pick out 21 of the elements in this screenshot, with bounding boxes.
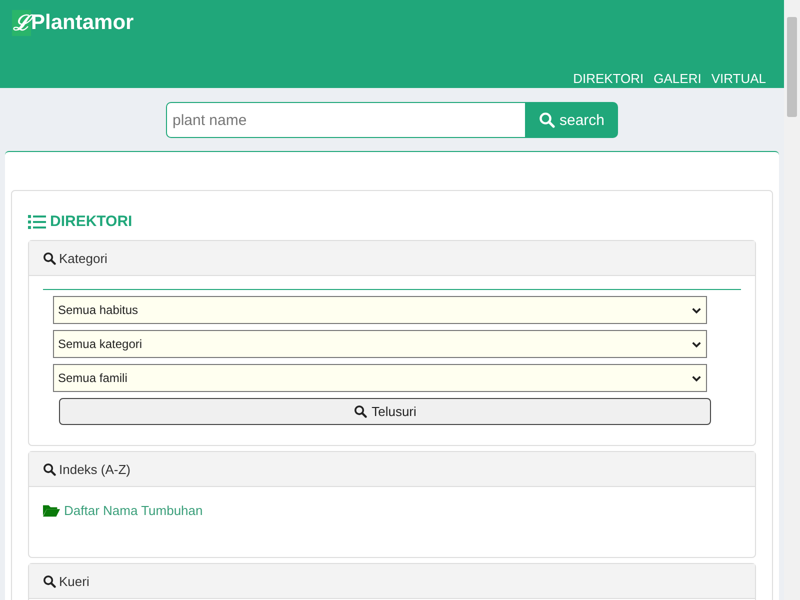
scrollbar-thumb[interactable] [787, 17, 797, 117]
panel-title: Kueri [59, 574, 90, 588]
search-icon [539, 112, 556, 128]
section-title: DIREKTORI [50, 213, 132, 230]
panel-header[interactable]: Indeks (A-Z) [29, 452, 755, 487]
dropdown[interactable]: Semua habitus [53, 296, 707, 324]
search-icon [354, 405, 367, 418]
search-field[interactable]: plant name [166, 102, 526, 138]
browse-button[interactable]: Telusuri [59, 398, 711, 425]
panel-title: Kategori [59, 250, 108, 266]
search-icon [43, 252, 56, 264]
scrollbar[interactable] [784, 0, 800, 600]
panel-header[interactable]: Kategori [29, 241, 755, 276]
panel-header[interactable]: Kueri [29, 564, 755, 599]
dropdown[interactable]: Semua kategori [53, 330, 707, 358]
list-icon [28, 214, 46, 230]
search-icon [43, 574, 56, 588]
search-icon [43, 462, 56, 476]
dropdown[interactable]: Semua famili [53, 364, 707, 392]
panel-title: Indeks (A-Z) [59, 462, 131, 476]
folder-icon [43, 504, 60, 517]
